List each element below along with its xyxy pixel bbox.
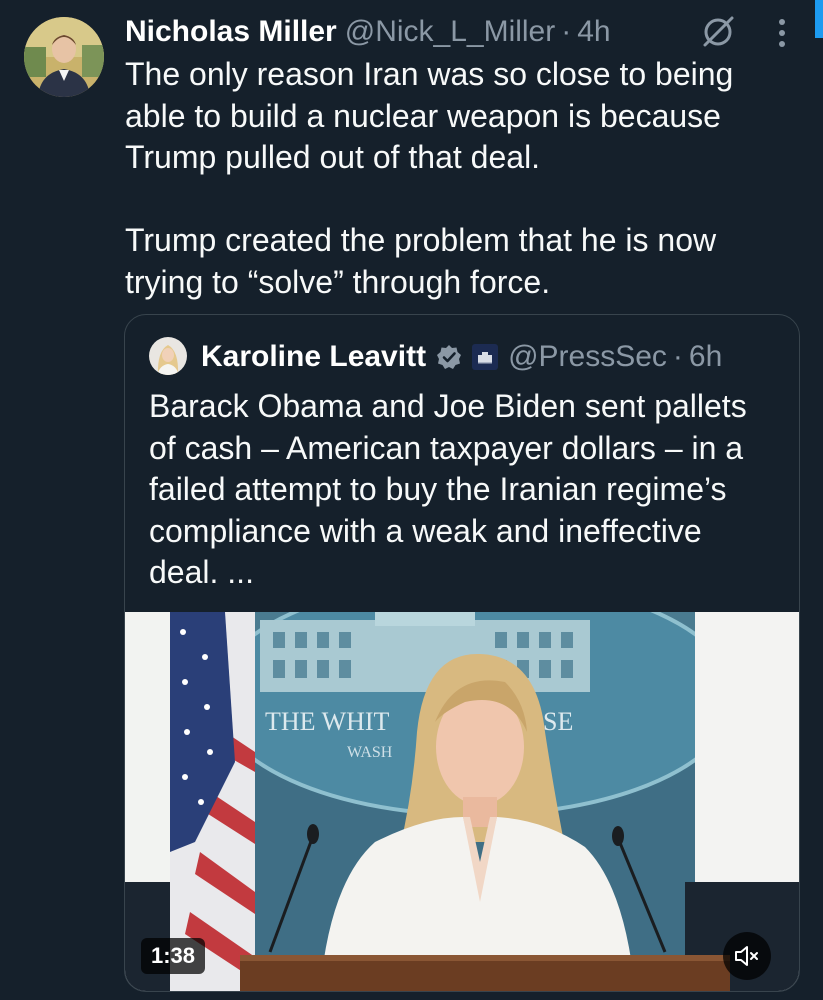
quote-text: Barack Obama and Joe Biden sent pallets … [149, 388, 747, 590]
backdrop-text: THE WHIT [265, 707, 390, 736]
tweet-paragraph: The only reason Iran was so close to bei… [125, 56, 734, 175]
quote-author-name[interactable]: Karoline Leavitt [201, 340, 426, 374]
separator-dot: · [672, 340, 683, 373]
backdrop-subtext: WASH [347, 744, 393, 761]
verified-icon[interactable] [436, 344, 462, 370]
tweet-time[interactable]: 4h [577, 15, 610, 49]
quote-author-avatar[interactable] [149, 337, 187, 375]
separator-dot: · [561, 15, 572, 48]
video-duration: 1:38 [141, 938, 206, 974]
avatar-image [24, 17, 104, 97]
quote-author-handle[interactable]: @PressSec [508, 340, 667, 374]
white-house-badge-icon [472, 344, 499, 370]
quote-time[interactable]: 6h [689, 340, 722, 374]
grok-icon[interactable] [700, 14, 736, 50]
quote-header: Karoline Leavitt @PressSec · 6h [201, 335, 722, 379]
author-avatar[interactable] [24, 17, 104, 97]
tweet-paragraph: Trump created the problem that he is now… [125, 222, 717, 300]
scrollbar-accent [815, 0, 823, 38]
tweet-header: Nicholas Miller @Nick_L_Miller · 4h [125, 12, 611, 52]
author-handle[interactable]: @Nick_L_Miller [345, 15, 556, 49]
video-player[interactable]: THE WHIT SE WASH 1:38 [125, 612, 799, 991]
video-frame: THE WHIT SE WASH [125, 612, 799, 991]
author-name[interactable]: Nicholas Miller [125, 15, 337, 49]
mute-icon [735, 946, 758, 966]
quote-tweet-card[interactable]: Karoline Leavitt @PressSec · 6h Barack O… [124, 314, 800, 992]
tweet-text: The only reason Iran was so close to bei… [125, 54, 795, 303]
backdrop-text: SE [543, 707, 573, 736]
quote-avatar-image [149, 337, 187, 375]
mute-button[interactable] [723, 932, 771, 980]
more-icon[interactable] [772, 16, 792, 50]
